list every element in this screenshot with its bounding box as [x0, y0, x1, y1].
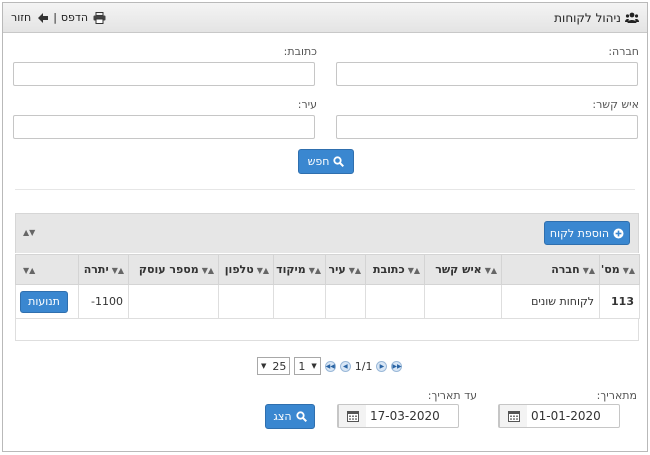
contact-input[interactable]	[336, 115, 638, 139]
arrow-left-icon[interactable]	[35, 12, 49, 24]
search-icon	[296, 411, 307, 423]
cell-contact	[424, 284, 502, 319]
cell-address	[365, 284, 425, 319]
form-divider	[15, 189, 635, 190]
page-info: 1/1	[354, 359, 373, 373]
from-date-field[interactable]: 01-01-2020	[498, 404, 620, 428]
sort-icon: ▲▼	[582, 266, 595, 275]
city-label: עיר:	[297, 98, 317, 111]
col-actions[interactable]: ▲▼	[15, 254, 79, 285]
calendar-icon[interactable]	[338, 405, 366, 427]
contact-label: איש קשר:	[592, 98, 639, 111]
add-customer-button[interactable]: הוספת לקוח	[544, 221, 630, 245]
company-input[interactable]	[336, 62, 638, 86]
cell-balance: 1100-	[78, 284, 129, 319]
cell-phone	[218, 284, 274, 319]
cell-num: 113	[599, 284, 640, 319]
col-contact[interactable]: ▲▼איש קשר	[424, 254, 502, 285]
last-page-icon[interactable]: ▶▶	[391, 360, 403, 372]
cell-company: לקוחות שונים	[501, 284, 600, 319]
col-zip[interactable]: ▲▼מיקוד	[273, 254, 326, 285]
customers-table: ▲▼מס' ▲▼חברה ▲▼איש קשר ▲▼כתובת ▲▼עיר ▲▼מ…	[15, 254, 640, 319]
table-header-row: ▲▼מס' ▲▼חברה ▲▼איש קשר ▲▼כתובת ▲▼עיר ▲▼מ…	[15, 254, 640, 285]
from-date-value: 01-01-2020	[531, 409, 601, 423]
cell-zip	[273, 284, 326, 319]
search-button[interactable]: חפש	[298, 149, 354, 174]
from-date-label: מתאריך:	[596, 389, 637, 402]
next-page-icon[interactable]: ▶	[376, 360, 388, 372]
page-select[interactable]: 1 ▼	[294, 357, 321, 375]
pager: ▼ 25 1 ▼ ◀◀ ◀ 1/1 ▶ ▶▶	[257, 356, 403, 376]
address-label: כתובת:	[283, 45, 317, 58]
col-company[interactable]: ▲▼חברה	[501, 254, 600, 285]
sort-icon: ▲▼	[348, 266, 361, 275]
chevron-down-icon: ▼	[311, 362, 317, 370]
company-label: חברה:	[608, 45, 639, 58]
sort-icon: ▲▼	[256, 266, 269, 275]
sort-icon: ▲▼	[308, 266, 321, 275]
actions-separator: |	[53, 11, 57, 24]
col-phone[interactable]: ▲▼טלפון	[218, 254, 274, 285]
page-size-value: 25	[272, 359, 287, 373]
page-value: 1	[298, 359, 306, 373]
search-icon	[333, 156, 345, 168]
chevron-down-icon: ▼	[261, 362, 267, 370]
sort-icon: ▲▼	[111, 266, 124, 275]
col-business-id[interactable]: ▲▼מספר עוסק	[128, 254, 219, 285]
sort-icon: ▲▼	[23, 266, 36, 275]
grid-toolbar: הוספת לקוח ▲▼	[15, 213, 639, 253]
cell-business-id	[128, 284, 219, 319]
col-balance[interactable]: ▲▼יתרה	[78, 254, 129, 285]
print-link[interactable]: הדפס	[61, 11, 88, 24]
table-footer-row	[15, 319, 639, 341]
sort-icon: ▲▼	[201, 266, 214, 275]
col-address[interactable]: ▲▼כתובת	[365, 254, 425, 285]
address-input[interactable]	[13, 62, 315, 86]
to-date-field[interactable]: 17-03-2020	[337, 404, 459, 428]
customers-panel: ניהול לקוחות הדפס | חזור חברה: כתובת: אי…	[2, 2, 648, 452]
sort-icon: ▲▼	[484, 266, 497, 275]
to-date-value: 17-03-2020	[370, 409, 440, 423]
header-actions: הדפס | חזור	[11, 11, 106, 24]
prev-page-icon[interactable]: ◀	[339, 360, 351, 372]
plus-circle-icon	[613, 228, 624, 239]
col-num[interactable]: ▲▼מס'	[599, 254, 640, 285]
page-title: ניהול לקוחות	[554, 11, 639, 25]
back-link[interactable]: חזור	[11, 11, 31, 24]
col-city[interactable]: ▲▼עיר	[325, 254, 366, 285]
table-row[interactable]: 113 לקוחות שונים 1100- תנועות	[15, 284, 640, 319]
sort-icon: ▲▼	[622, 266, 635, 275]
cell-city	[325, 284, 366, 319]
sort-icon: ▲▼	[407, 266, 420, 275]
column-toggle-icon[interactable]: ▲▼	[23, 228, 35, 237]
panel-header: ניהול לקוחות הדפס | חזור	[3, 3, 647, 33]
print-icon[interactable]	[92, 11, 106, 24]
to-date-label: עד תאריך:	[427, 389, 477, 402]
cell-actions: תנועות	[15, 284, 79, 319]
show-button-label: הצג	[273, 410, 292, 423]
calendar-icon[interactable]	[499, 405, 527, 427]
search-button-label: חפש	[307, 155, 330, 168]
transactions-button[interactable]: תנועות	[20, 290, 68, 313]
page-size-select[interactable]: ▼ 25	[257, 357, 291, 375]
show-button[interactable]: הצג	[265, 404, 315, 429]
users-icon	[625, 12, 639, 24]
first-page-icon[interactable]: ◀◀	[324, 360, 336, 372]
add-customer-label: הוספת לקוח	[549, 226, 610, 240]
page-title-text: ניהול לקוחות	[554, 11, 621, 25]
city-input[interactable]	[13, 115, 315, 139]
